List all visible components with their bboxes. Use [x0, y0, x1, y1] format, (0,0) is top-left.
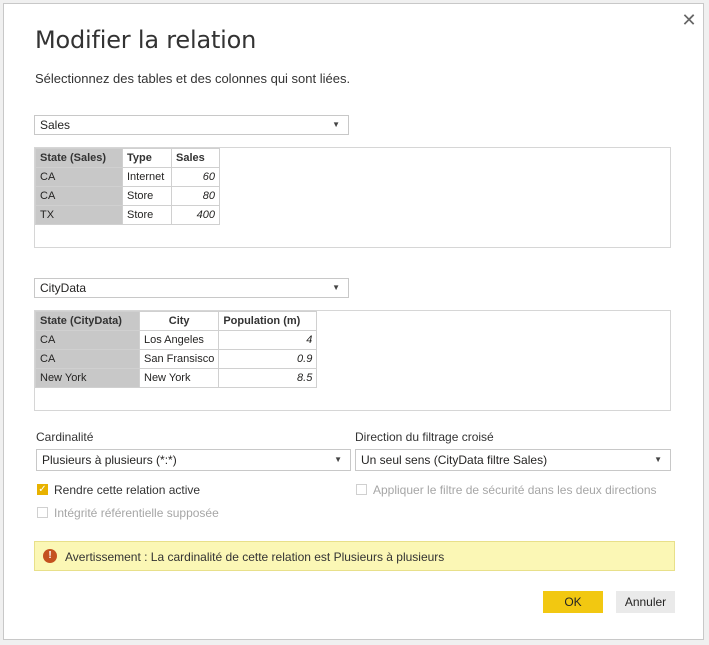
table-row: TX Store 400 — [35, 205, 220, 225]
crossfilter-select[interactable]: Un seul sens (CityData filtre Sales) ▼ — [355, 449, 671, 471]
table-row: CA Los Angeles 4 — [35, 330, 318, 350]
table2-preview: State (CityData) City Population (m) CA … — [34, 310, 671, 411]
table-cell: 4 — [218, 330, 318, 350]
table1-grid: State (Sales) Type Sales CA Internet 60 … — [35, 148, 220, 225]
table2-select[interactable]: CityData ▼ — [34, 278, 349, 298]
table-cell: 0.9 — [218, 349, 318, 369]
cardinality-select[interactable]: Plusieurs à plusieurs (*:*) ▼ — [36, 449, 351, 471]
table2-header-col2[interactable]: Population (m) — [218, 311, 318, 331]
table1-header-col1[interactable]: Type — [122, 148, 172, 168]
table-cell: CA — [35, 330, 140, 350]
chevron-down-icon: ▼ — [654, 455, 662, 464]
chevron-down-icon: ▼ — [332, 120, 340, 129]
table-row: CA Internet 60 — [35, 167, 220, 187]
chevron-down-icon: ▼ — [334, 455, 342, 464]
close-icon[interactable]: ✕ — [680, 11, 698, 29]
security-filter-label: Appliquer le filtre de sécurité dans les… — [373, 483, 657, 497]
table-row: CA San Fransisco 0.9 — [35, 349, 318, 369]
referential-integrity-label: Intégrité référentielle supposée — [54, 506, 219, 520]
table1-header-col2[interactable]: Sales — [171, 148, 220, 168]
table-cell: 60 — [171, 167, 220, 187]
table-cell: CA — [35, 186, 123, 206]
table2-header-col1[interactable]: City — [138, 311, 220, 331]
table2-header-col0[interactable]: State (CityData) — [35, 311, 140, 331]
security-filter-checkbox[interactable] — [356, 484, 367, 495]
crossfilter-select-value: Un seul sens (CityData filtre Sales) — [361, 453, 548, 467]
crossfilter-label: Direction du filtrage croisé — [355, 430, 494, 444]
table1-select-value: Sales — [40, 118, 71, 132]
chevron-down-icon: ▼ — [332, 283, 340, 292]
dialog-title: Modifier la relation — [35, 26, 257, 54]
active-relationship-checkbox[interactable]: ✓ — [37, 484, 48, 495]
table-cell: Internet — [122, 167, 172, 187]
table2-grid: State (CityData) City Population (m) CA … — [35, 311, 318, 388]
table2-select-value: CityData — [40, 281, 87, 295]
table-cell: TX — [35, 205, 123, 225]
table-row: CA Store 80 — [35, 186, 220, 206]
table-cell: 80 — [171, 186, 220, 206]
table-cell: New York — [35, 368, 140, 388]
table1-select[interactable]: Sales ▼ — [34, 115, 349, 135]
table-row: New York New York 8.5 — [35, 368, 318, 388]
active-relationship-label: Rendre cette relation active — [54, 483, 201, 497]
ok-button[interactable]: OK — [543, 591, 603, 613]
table-cell: Los Angeles — [138, 330, 220, 350]
cancel-button[interactable]: Annuler — [616, 591, 675, 613]
cardinality-label: Cardinalité — [36, 430, 94, 444]
warning-text: Avertissement : La cardinalité de cette … — [65, 550, 445, 564]
table-cell: San Fransisco — [138, 349, 220, 369]
table-cell: CA — [35, 167, 123, 187]
dialog-subtitle: Sélectionnez des tables et des colonnes … — [35, 71, 351, 86]
table-cell: 400 — [171, 205, 220, 225]
table-cell: New York — [138, 368, 220, 388]
table-cell: CA — [35, 349, 140, 369]
table-cell: Store — [122, 186, 172, 206]
cardinality-select-value: Plusieurs à plusieurs (*:*) — [42, 453, 177, 467]
referential-integrity-checkbox[interactable] — [37, 507, 48, 518]
warning-icon: ! — [43, 549, 57, 563]
table1-preview: State (Sales) Type Sales CA Internet 60 … — [34, 147, 671, 248]
table-cell: Store — [122, 205, 172, 225]
table-cell: 8.5 — [218, 368, 318, 388]
table1-header-col0[interactable]: State (Sales) — [35, 148, 123, 168]
edit-relationship-dialog: ✕ Modifier la relation Sélectionnez des … — [3, 3, 704, 640]
warning-banner: ! Avertissement : La cardinalité de cett… — [34, 541, 675, 571]
